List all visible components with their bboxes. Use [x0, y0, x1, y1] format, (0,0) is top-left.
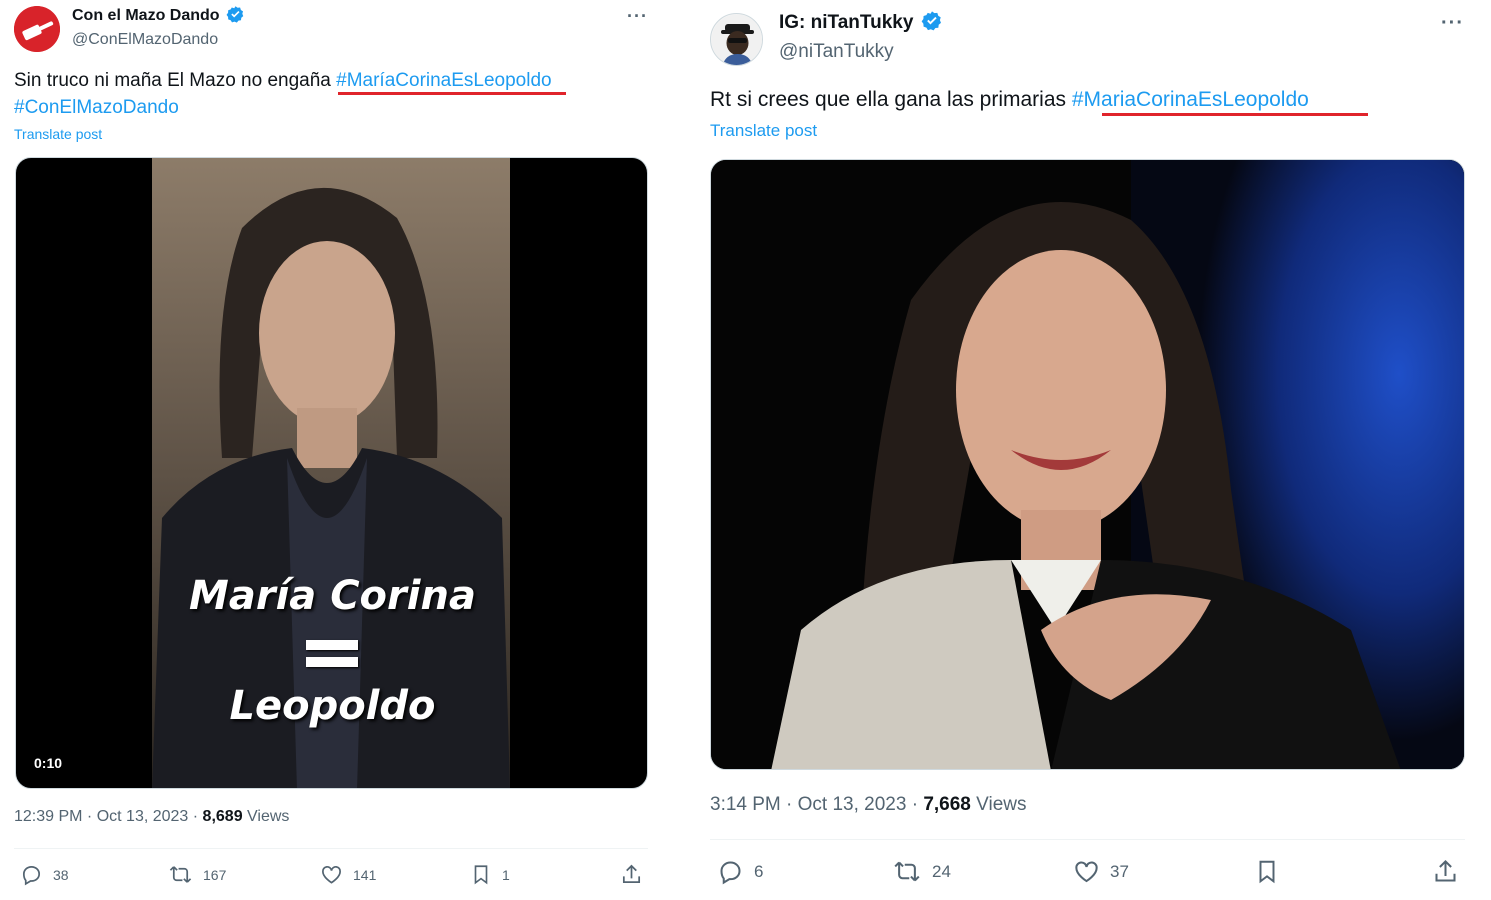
avatar-right[interactable] [710, 13, 763, 66]
tweet-text: Rt si crees que ella gana las primarias … [710, 88, 1309, 112]
reply-button[interactable]: 38 [20, 863, 69, 886]
reply-icon [720, 861, 741, 885]
bookmark-icon [1259, 860, 1275, 884]
more-icon[interactable]: ··· [627, 6, 648, 27]
divider [14, 848, 648, 849]
like-count: 37 [1110, 861, 1129, 881]
repost-icon [894, 861, 920, 882]
video-overlay-title: María Corina [189, 573, 476, 619]
woman-smiling-photo [711, 160, 1464, 769]
hashtag-conelmazodando[interactable]: #ConElMazoDando [14, 97, 179, 119]
divider [710, 839, 1465, 840]
views-label: Views [970, 794, 1027, 815]
equals-bar-bottom [306, 657, 358, 667]
annotation-underline [1102, 113, 1368, 116]
timestamp-views: 12:39 PM · Oct 13, 2023 · 8,689 Views [14, 808, 289, 826]
display-name[interactable]: IG: niTanTukky [779, 12, 913, 33]
bookmark-count: 1 [502, 866, 510, 883]
repost-count: 167 [203, 866, 227, 883]
views-count: 7,668 [923, 794, 971, 815]
handle[interactable]: @niTanTukky [779, 41, 894, 63]
hashtag-mariacorinaesleopoldo[interactable]: #MariaCorinaEsLeopoldo [1072, 88, 1309, 111]
more-icon[interactable]: ··· [1441, 12, 1464, 35]
photo[interactable] [710, 159, 1465, 770]
share-icon [1435, 859, 1456, 882]
timestamp[interactable]: 3:14 PM · Oct 13, 2023 · [710, 794, 923, 815]
translate-post-link[interactable]: Translate post [710, 121, 817, 141]
equals-bar-top [306, 640, 358, 650]
tweet-text-plain: Rt si crees que ella gana las primarias [710, 88, 1072, 111]
verified-badge-icon [921, 11, 941, 31]
cartoon-avatar-icon [711, 14, 762, 65]
views-label: Views [242, 808, 290, 825]
bookmark-button[interactable]: 1 [470, 863, 510, 886]
repost-button[interactable]: 24 [892, 858, 951, 885]
mallet-logo-icon [14, 6, 60, 52]
like-count: 141 [353, 866, 377, 883]
video-overlay-subtitle: Leopoldo [229, 683, 436, 729]
repost-button[interactable]: 167 [168, 863, 226, 886]
tweet-right: IG: niTanTukky @niTanTukky ··· Rt si cre… [695, 0, 1491, 900]
reply-button[interactable]: 6 [717, 858, 763, 885]
reply-count: 38 [53, 866, 69, 883]
share-icon [622, 864, 641, 884]
tweet-text-plain: Sin truco ni maña El Mazo no engaña [14, 70, 337, 91]
translate-post-link[interactable]: Translate post [14, 126, 102, 142]
video-duration: 0:10 [28, 754, 69, 772]
like-icon [322, 865, 341, 884]
display-name[interactable]: Con el Mazo Dando [72, 7, 220, 24]
timestamp-views: 3:14 PM · Oct 13, 2023 · 7,668 Views [710, 794, 1027, 816]
annotation-underline [338, 92, 566, 95]
like-button[interactable]: 37 [1073, 858, 1129, 885]
repost-count: 24 [932, 861, 951, 881]
bookmark-button[interactable] [1254, 858, 1280, 885]
like-icon [1075, 861, 1098, 883]
share-button[interactable] [620, 863, 643, 886]
timestamp[interactable]: 12:39 PM · Oct 13, 2023 · [14, 808, 203, 825]
video-player[interactable]: María Corina Leopoldo 0:10 [15, 157, 648, 789]
tweet-text: Sin truco ni maña El Mazo no engaña #Mar… [14, 70, 552, 92]
reply-count: 6 [754, 861, 764, 881]
like-button[interactable]: 141 [320, 863, 376, 886]
hashtag-mariacorinaesleopoldo[interactable]: #MaríaCorinaEsLeopoldo [336, 70, 551, 91]
verified-badge-icon [226, 5, 244, 23]
handle[interactable]: @ConElMazoDando [72, 31, 218, 49]
tweet-left: Con el Mazo Dando @ConElMazoDando ··· Si… [0, 0, 660, 900]
bookmark-icon [474, 865, 488, 885]
views-count: 8,689 [202, 808, 243, 825]
reply-icon [22, 865, 41, 886]
share-button[interactable] [1432, 858, 1459, 885]
avatar-left[interactable] [14, 6, 60, 52]
repost-icon [169, 866, 192, 883]
